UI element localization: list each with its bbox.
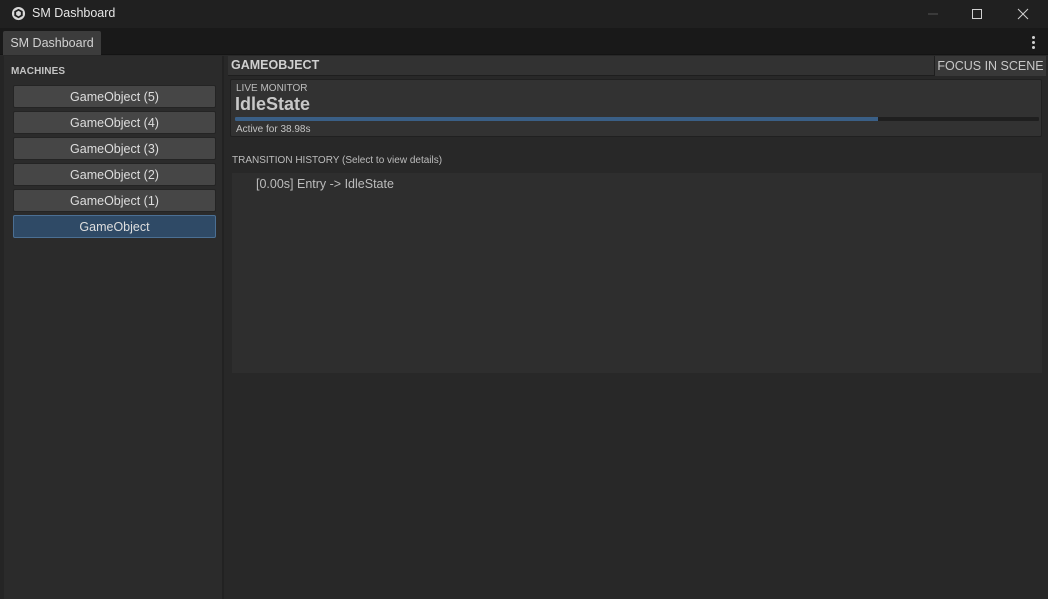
window-title: SM Dashboard xyxy=(32,6,116,20)
state-progress-fill xyxy=(235,117,879,121)
live-monitor-label: LIVE MONITOR xyxy=(236,83,308,94)
maximize-button[interactable] xyxy=(954,0,1000,28)
history-item[interactable]: [0.00s] Entry -> IdleState xyxy=(256,177,394,191)
machine-button[interactable]: GameObject (5) xyxy=(13,85,216,108)
machines-title: MACHINES xyxy=(11,66,66,77)
tab-sm-dashboard[interactable]: SM Dashboard xyxy=(3,31,101,55)
active-duration: Active for 38.98s xyxy=(236,124,311,135)
state-progress-bar xyxy=(235,117,1039,121)
machine-button[interactable]: GameObject (4) xyxy=(13,111,216,134)
machines-sidebar: MACHINES GameObject (5) GameObject (4) G… xyxy=(4,56,222,599)
machine-title: GAMEOBJECT xyxy=(231,58,320,72)
current-state-name: IdleState xyxy=(235,94,311,114)
title-bar: SM Dashboard xyxy=(0,0,1048,28)
maximize-icon xyxy=(972,9,982,19)
focus-in-scene-button[interactable]: FOCUS IN SCENE xyxy=(934,56,1046,76)
transition-history-title: TRANSITION HISTORY (Select to view detai… xyxy=(232,155,443,166)
tab-strip: SM Dashboard xyxy=(0,28,1048,55)
minimize-button[interactable] xyxy=(910,0,956,28)
machine-button[interactable]: GameObject (1) xyxy=(13,189,216,212)
close-icon xyxy=(1017,8,1029,20)
unity-logo-icon xyxy=(11,6,26,21)
transition-history-list[interactable]: [0.00s] Entry -> IdleState xyxy=(232,173,1042,373)
machine-button[interactable]: GameObject (2) xyxy=(13,163,216,186)
minimize-icon xyxy=(928,13,938,15)
kebab-menu-icon[interactable] xyxy=(1026,34,1040,50)
live-monitor-panel: LIVE MONITOR IdleState Active for 38.98s xyxy=(230,79,1042,137)
machine-button[interactable]: GameObject (3) xyxy=(13,137,216,160)
close-button[interactable] xyxy=(1000,0,1046,28)
main-header: GAMEOBJECT FOCUS IN SCENE xyxy=(228,56,1046,76)
main-panel: GAMEOBJECT FOCUS IN SCENE LIVE MONITOR I… xyxy=(224,56,1048,599)
machine-button-selected[interactable]: GameObject xyxy=(13,215,216,238)
